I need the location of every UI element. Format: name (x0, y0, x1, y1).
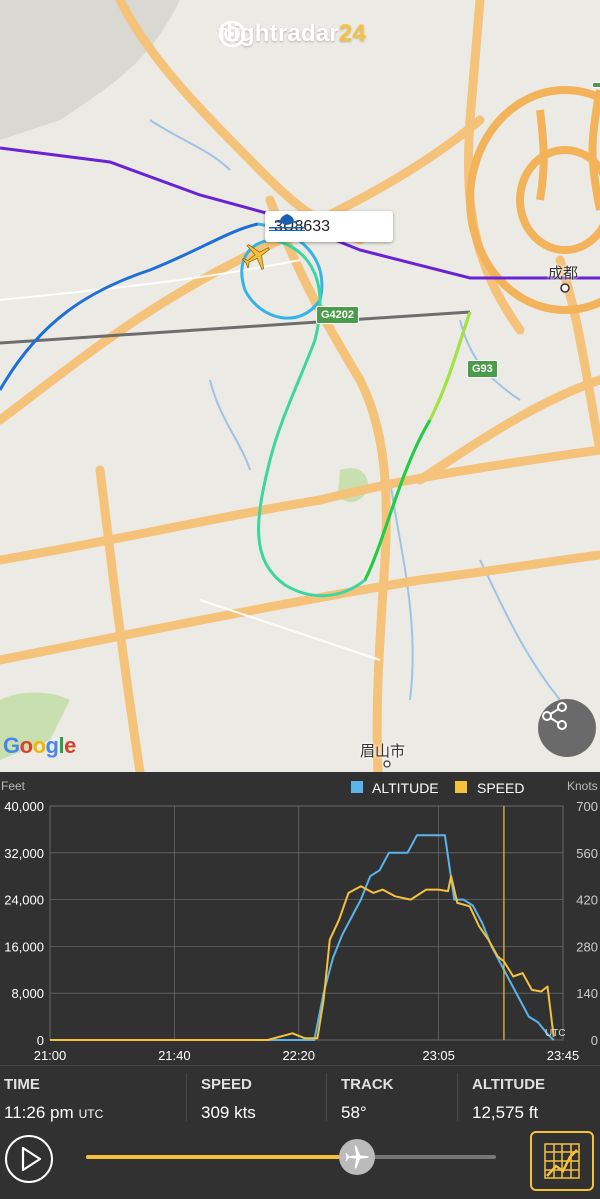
google-attribution: Google (3, 733, 76, 759)
road-shield-g4202: G4202 (316, 306, 360, 324)
radar-icon (218, 20, 246, 48)
right-axis-unit: Knots (567, 779, 598, 793)
series-line-altitude (50, 834, 555, 1041)
left-axis-unit: Feet (1, 779, 26, 793)
utc-label: UTC (545, 1028, 566, 1039)
share-icon (542, 702, 567, 730)
x-tick-label: 23:05 (422, 1048, 455, 1063)
legend-altitude: ALTITUDE (372, 780, 439, 796)
y-left-tick-label: 8,000 (11, 986, 44, 1001)
x-tick-label: 21:40 (158, 1048, 191, 1063)
x-tick-label: 22:20 (282, 1048, 315, 1063)
airline-logo-icon (269, 214, 305, 231)
share-button[interactable] (538, 699, 596, 757)
y-left-tick-label: 0 (37, 1033, 44, 1048)
y-left-tick-label: 32,000 (4, 846, 44, 861)
legend-swatch-speed (455, 781, 467, 793)
stat-track: TRACK 58° (341, 1066, 451, 1128)
google-logo-text: Google (3, 733, 76, 758)
legend-swatch-altitude (351, 781, 363, 793)
map-canvas (0, 0, 600, 772)
y-right-tick-label: 280 (576, 939, 598, 954)
stat-speed-label: SPEED (201, 1076, 252, 1093)
stat-altitude-value: 12,575 ft (472, 1103, 539, 1122)
stat-speed-value: 309 kts (201, 1103, 256, 1122)
y-right-tick-label: 700 (576, 799, 598, 814)
flight-stats-bar: TIME 11:26 pm UTC SPEED 309 kts TRACK 58°… (0, 1065, 600, 1128)
plane-thumb-icon (345, 1145, 368, 1169)
playback-slider[interactable] (86, 1139, 496, 1175)
y-left-tick-label: 40,000 (4, 799, 44, 814)
chart-legend: ALTITUDE SPEED (351, 780, 524, 796)
series-line-speed (50, 875, 555, 1041)
flightradar24-logo: flightradar 24 (218, 20, 366, 48)
altitude-speed-chart[interactable]: Feet Knots ALTITUDE SPEED 0 0 8,000 140 16,0… (0, 772, 600, 1065)
road-shield-edge (592, 82, 600, 88)
x-tick-label: 21:00 (34, 1048, 67, 1063)
chart-canvas: Feet Knots ALTITUDE SPEED 0 0 8,000 140 16,0… (1, 779, 598, 1063)
y-left-tick-label: 16,000 (4, 939, 44, 954)
stat-speed: SPEED 309 kts (201, 1066, 321, 1128)
playback-progress (86, 1155, 357, 1159)
stat-altitude: ALTITUDE 12,575 ft (472, 1066, 597, 1128)
aircraft-icon[interactable] (241, 240, 273, 272)
stat-track-value: 58° (341, 1103, 367, 1122)
y-right-tick-label: 560 (576, 846, 598, 861)
flight-map[interactable]: flightradar 24 3U8633 成都 眉山市 G4202 G93 Go… (0, 0, 600, 772)
road-shield-g93: G93 (467, 360, 498, 378)
plot-frame (49, 805, 564, 1041)
town-label-meishan: 眉山市 (360, 743, 406, 760)
x-tick-label: 23:45 (547, 1048, 580, 1063)
playback-controls (0, 1127, 600, 1199)
flight-callsign-label[interactable]: 3U8633 (265, 211, 393, 242)
graph-icon (544, 1143, 580, 1179)
graph-toggle-button[interactable] (530, 1131, 594, 1191)
play-icon (21, 1146, 42, 1172)
stat-altitude-label: ALTITUDE (472, 1076, 546, 1093)
legend-speed: SPEED (477, 780, 524, 796)
playback-thumb[interactable] (338, 1139, 375, 1175)
city-label-chengdu: 成都 (548, 265, 579, 282)
play-button[interactable] (5, 1135, 53, 1183)
y-left-tick-label: 24,000 (4, 893, 44, 908)
stat-track-label: TRACK (341, 1076, 394, 1093)
stat-time-label: TIME (4, 1076, 40, 1093)
stat-time-value: 11:26 pm UTC (4, 1103, 104, 1122)
y-right-tick-label: 0 (591, 1033, 598, 1048)
stat-time: TIME 11:26 pm UTC (4, 1066, 184, 1128)
y-right-tick-label: 420 (576, 893, 598, 908)
y-right-tick-label: 140 (576, 986, 598, 1001)
brand-number: 24 (338, 20, 366, 47)
